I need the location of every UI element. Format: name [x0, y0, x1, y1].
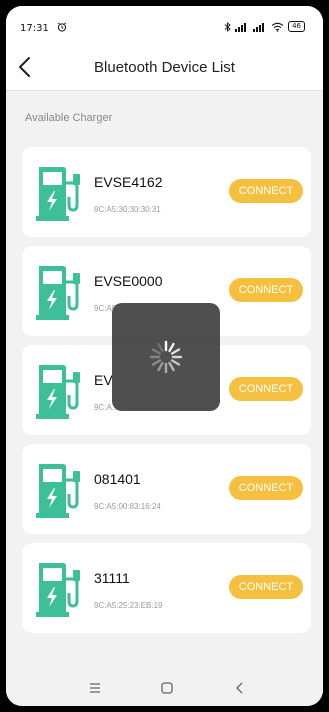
device-mac: 9C:A5:30:30:30:31 [94, 205, 161, 214]
charger-icon [36, 563, 80, 617]
home-icon[interactable] [158, 680, 176, 696]
alarm-icon [57, 22, 67, 32]
device-card: 31111 9C:A5:25:23:EB:19 CONNECT [22, 543, 311, 633]
device-card: 081401 9C:A5:00:83:16:24 CONNECT [22, 444, 311, 534]
menu-icon[interactable] [86, 680, 104, 696]
device-name: EVSE4162 [94, 174, 163, 190]
device-name: EV [94, 372, 113, 388]
charger-icon [36, 365, 80, 419]
connect-button[interactable]: CONNECT [229, 179, 303, 203]
status-time: 17:31 [20, 23, 49, 34]
phone-screen: 17:31 46 Bluetooth Device List Available… [6, 6, 323, 706]
spinner-icon [149, 340, 183, 374]
device-mac: 9C:A5:00:83:16:24 [94, 502, 161, 511]
status-bar: 17:31 46 [6, 6, 323, 50]
signal-icon [235, 22, 247, 32]
charger-icon [36, 167, 80, 221]
section-label: Available Charger [25, 112, 113, 124]
connect-button[interactable]: CONNECT [229, 575, 303, 599]
status-icons: 46 [224, 21, 305, 32]
bluetooth-icon [224, 21, 231, 32]
system-nav-bar [6, 670, 323, 706]
device-name: 31111 [94, 570, 130, 586]
charger-icon [36, 266, 80, 320]
page-title: Bluetooth Device List [94, 59, 235, 76]
device-card: EVSE4162 9C:A5:30:30:30:31 CONNECT [22, 147, 311, 237]
connect-button[interactable]: CONNECT [229, 476, 303, 500]
connect-button[interactable]: CONNECT [229, 278, 303, 302]
wifi-icon [271, 22, 284, 32]
header-bar: Bluetooth Device List [6, 50, 323, 91]
device-name: EVSE0000 [94, 273, 163, 289]
signal-icon [253, 22, 265, 32]
back-icon[interactable] [231, 680, 249, 696]
charger-icon [36, 464, 80, 518]
device-mac: 9C:A5:25:23:EB:19 [94, 601, 163, 610]
loading-overlay [112, 303, 220, 411]
connect-button[interactable]: CONNECT [229, 377, 303, 401]
device-name: 081401 [94, 471, 141, 487]
battery-indicator: 46 [288, 21, 305, 32]
